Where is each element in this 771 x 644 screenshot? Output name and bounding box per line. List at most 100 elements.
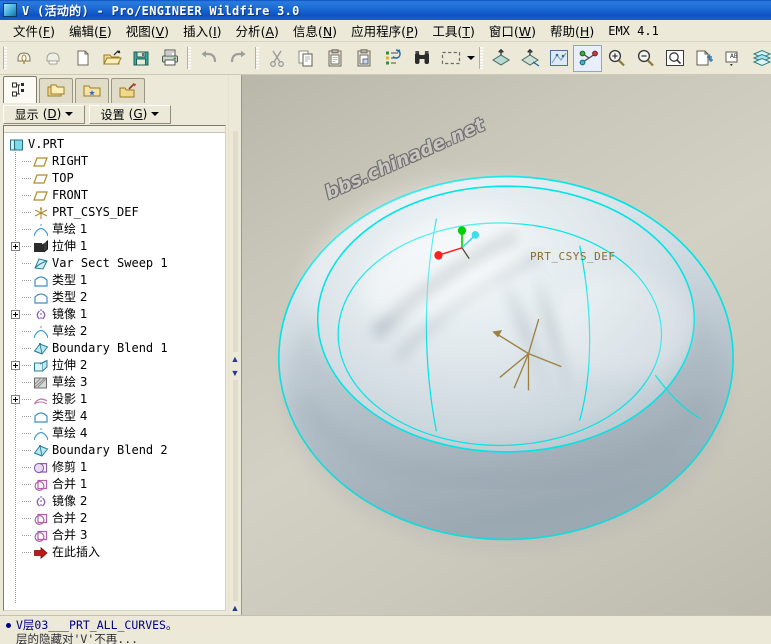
toolbar-grip-2[interactable] bbox=[187, 47, 191, 69]
tree-connector bbox=[22, 323, 32, 340]
tree-row[interactable]: 类型 4 bbox=[8, 408, 225, 425]
model-tree-tab[interactable] bbox=[3, 76, 37, 103]
tree-row[interactable]: 合并 1 bbox=[8, 476, 225, 493]
datum-point-display-icon[interactable] bbox=[544, 45, 573, 72]
menu-info[interactable]: 信息(N) bbox=[286, 19, 344, 42]
tree-connector bbox=[22, 374, 32, 391]
datum-axis-display-icon[interactable] bbox=[515, 45, 544, 72]
tree-connector bbox=[22, 425, 32, 442]
menu-insert[interactable]: 插入(I) bbox=[176, 19, 228, 42]
layers-icon[interactable] bbox=[747, 45, 771, 72]
tree-connector bbox=[22, 340, 32, 357]
settings-menu-button[interactable]: 设置 (G) bbox=[89, 104, 171, 124]
print-icon[interactable] bbox=[155, 45, 184, 72]
toolbar-grip-4[interactable] bbox=[479, 47, 483, 69]
menu-applications[interactable]: 应用程序(P) bbox=[344, 19, 425, 42]
datum-plane-icon bbox=[32, 188, 49, 203]
tree-item-label: 类型 4 bbox=[52, 409, 88, 423]
splitter-expand-icon[interactable]: ▼ bbox=[231, 366, 240, 380]
paste-special-icon[interactable] bbox=[349, 45, 378, 72]
selection-box-icon[interactable] bbox=[436, 45, 465, 72]
graphics-viewport[interactable]: bbs.chinade.net PRT_CSYS_DEF bbox=[241, 75, 771, 615]
csys-display-icon[interactable] bbox=[573, 44, 602, 72]
open-folder-icon[interactable] bbox=[97, 45, 126, 72]
repaint-icon[interactable] bbox=[689, 45, 718, 72]
new-file-icon[interactable] bbox=[10, 45, 39, 72]
toolbar-grip-3[interactable] bbox=[255, 47, 259, 69]
tree-row[interactable]: Boundary Blend 2 bbox=[8, 442, 225, 459]
toolbar-grip[interactable] bbox=[3, 47, 7, 69]
menu-help[interactable]: 帮助(H) bbox=[543, 19, 601, 42]
merge-icon bbox=[32, 477, 49, 492]
find-binoculars-icon[interactable] bbox=[407, 45, 436, 72]
blank-page-icon[interactable] bbox=[68, 45, 97, 72]
splitter-collapse-down-icon[interactable]: ▲ bbox=[231, 601, 240, 615]
menu-analysis[interactable]: 分析(A) bbox=[229, 19, 286, 42]
tree-row[interactable]: Boundary Blend 1 bbox=[8, 340, 225, 357]
model-tree-panel[interactable]: V.PRT RIGHT TOP FRONT PRT_CSYS_DEF 草绘 1 … bbox=[3, 125, 226, 611]
menu-view[interactable]: 视图(V) bbox=[119, 19, 176, 42]
new-from-template-icon[interactable] bbox=[39, 45, 68, 72]
tree-row[interactable]: TOP bbox=[8, 170, 225, 187]
tree-row[interactable]: 投影 1 bbox=[8, 391, 225, 408]
tree-row[interactable]: 镜像 2 bbox=[8, 493, 225, 510]
tree-row-root[interactable]: V.PRT bbox=[8, 136, 225, 153]
menu-bar: 文件(F) 编辑(E) 视图(V) 插入(I) 分析(A) 信息(N) 应用程序… bbox=[0, 20, 771, 42]
menu-window[interactable]: 窗口(W) bbox=[482, 19, 543, 42]
folder-browser-tab[interactable] bbox=[39, 78, 73, 103]
display-menu-button[interactable]: 显示 (D) bbox=[3, 104, 85, 124]
navigator-splitter[interactable]: ▲ ▼ ▲ bbox=[228, 75, 241, 615]
tree-connector bbox=[22, 476, 32, 493]
tree-item-label: 在此插入 bbox=[52, 545, 101, 559]
redo-icon[interactable] bbox=[223, 45, 252, 72]
menu-tools[interactable]: 工具(T) bbox=[425, 19, 481, 42]
tree-row[interactable]: RIGHT bbox=[8, 153, 225, 170]
splitter-grip-upper[interactable] bbox=[232, 131, 238, 352]
surface-type-icon bbox=[32, 409, 49, 424]
favorites-tab[interactable] bbox=[75, 78, 109, 103]
connections-tab[interactable] bbox=[111, 78, 145, 103]
cut-scissors-icon[interactable] bbox=[262, 45, 291, 72]
undo-icon[interactable] bbox=[194, 45, 223, 72]
tree-item-label: 草绘 2 bbox=[52, 324, 88, 338]
zoom-in-icon[interactable] bbox=[602, 45, 631, 72]
tree-row[interactable]: 草绘 1 bbox=[8, 221, 225, 238]
splitter-grip-lower[interactable] bbox=[232, 380, 238, 601]
tree-row[interactable]: 修剪 1 bbox=[8, 459, 225, 476]
menu-file[interactable]: 文件(F) bbox=[6, 19, 62, 42]
tree-connector bbox=[22, 255, 32, 272]
tree-connector bbox=[22, 493, 32, 510]
status-line-1: V层03___PRT_ALL_CURVES。 bbox=[6, 618, 771, 632]
tree-item-label: Var Sect Sweep 1 bbox=[52, 256, 168, 270]
refit-icon[interactable] bbox=[660, 45, 689, 72]
save-floppy-icon[interactable] bbox=[126, 45, 155, 72]
annotation-ab-icon[interactable]: AB bbox=[718, 45, 747, 72]
tree-row[interactable]: 合并 2 bbox=[8, 510, 225, 527]
zoom-out-icon[interactable] bbox=[631, 45, 660, 72]
tree-row[interactable]: 类型 2 bbox=[8, 289, 225, 306]
tree-row[interactable]: 拉伸 2 bbox=[8, 357, 225, 374]
tree-connector bbox=[22, 238, 32, 255]
tree-row[interactable]: 草绘 2 bbox=[8, 323, 225, 340]
selection-dropdown-caret[interactable] bbox=[465, 45, 476, 72]
tree-row[interactable]: FRONT bbox=[8, 187, 225, 204]
tree-row[interactable]: 草绘 3 bbox=[8, 374, 225, 391]
tree-row[interactable]: 拉伸 1 bbox=[8, 238, 225, 255]
tree-row[interactable]: PRT_CSYS_DEF bbox=[8, 204, 225, 221]
splitter-collapse-up-icon[interactable]: ▲ bbox=[231, 352, 240, 366]
model-tree[interactable]: V.PRT RIGHT TOP FRONT PRT_CSYS_DEF 草绘 1 … bbox=[4, 133, 225, 561]
datum-plane-display-icon[interactable] bbox=[486, 45, 515, 72]
menu-edit[interactable]: 编辑(E) bbox=[62, 19, 119, 42]
tree-item-label: RIGHT bbox=[52, 154, 89, 168]
tree-row[interactable]: 类型 1 bbox=[8, 272, 225, 289]
tree-row[interactable]: 合并 3 bbox=[8, 527, 225, 544]
tree-row[interactable]: 在此插入 bbox=[8, 544, 225, 561]
tree-row[interactable]: 草绘 4 bbox=[8, 425, 225, 442]
project-icon bbox=[32, 392, 49, 407]
copy-icon[interactable] bbox=[291, 45, 320, 72]
tree-row[interactable]: 镜像 1 bbox=[8, 306, 225, 323]
paste-icon[interactable] bbox=[320, 45, 349, 72]
regenerate-icon[interactable] bbox=[378, 45, 407, 72]
menu-emx[interactable]: EMX 4.1 bbox=[601, 22, 666, 40]
tree-row[interactable]: Var Sect Sweep 1 bbox=[8, 255, 225, 272]
